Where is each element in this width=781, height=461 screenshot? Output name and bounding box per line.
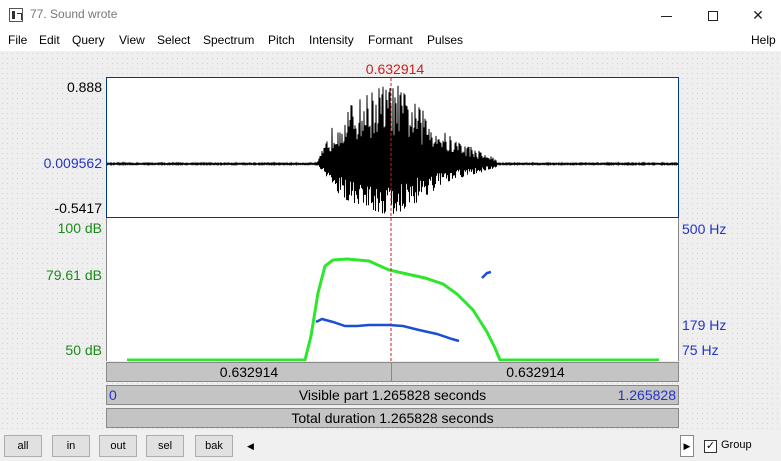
zoom-selection-button[interactable]: sel xyxy=(146,435,184,457)
total-duration-bar[interactable]: Total duration 1.265828 seconds xyxy=(106,408,679,428)
checkmark-icon: ✓ xyxy=(705,440,716,452)
title-bar: 77. Sound wrote ✕ xyxy=(0,0,781,30)
zoom-out-button[interactable]: out xyxy=(99,435,137,457)
pitch-top-label: 500 Hz xyxy=(682,221,727,237)
zoom-all-button[interactable]: all xyxy=(4,435,42,457)
menu-query[interactable]: Query xyxy=(72,33,105,47)
close-icon: ✕ xyxy=(752,7,764,23)
sound-min-label: -0.5417 xyxy=(54,200,102,216)
waveform-trace xyxy=(107,85,678,214)
cursor-time-label: 0.632914 xyxy=(365,61,425,77)
menu-pitch[interactable]: Pitch xyxy=(268,33,295,47)
pitch-contour-fragment xyxy=(481,270,492,279)
praat-app-icon xyxy=(9,8,23,22)
menu-intensity[interactable]: Intensity xyxy=(309,33,354,47)
pitch-mid-label: 179 Hz xyxy=(682,317,727,333)
intensity-top-label: 100 dB xyxy=(57,220,102,236)
menu-bar: File Edit Query View Select Spectrum Pit… xyxy=(0,30,781,51)
sound-center-label: 0.009562 xyxy=(43,155,102,171)
visible-part-label: Visible part 1.265828 seconds xyxy=(298,387,487,403)
menu-formant[interactable]: Formant xyxy=(368,33,413,47)
scroll-left-icon[interactable]: ◀ xyxy=(244,437,257,455)
left-segment-duration: 0.632914 xyxy=(219,364,279,380)
intensity-mid-label: 79.61 dB xyxy=(45,267,102,283)
menu-help[interactable]: Help xyxy=(751,33,776,47)
intensity-contour xyxy=(127,257,659,361)
scroll-right-icon[interactable]: ▶ xyxy=(680,435,694,457)
window-title: 77. Sound wrote xyxy=(30,7,118,21)
waveform-panel[interactable] xyxy=(106,77,679,218)
analysis-panel[interactable] xyxy=(106,218,679,361)
intensity-bottom-label: 50 dB xyxy=(65,342,102,358)
menu-edit[interactable]: Edit xyxy=(39,33,60,47)
cursor-split-bar: 0.632914 0.632914 xyxy=(106,362,679,382)
close-button[interactable]: ✕ xyxy=(735,0,781,30)
pitch-contour xyxy=(315,317,460,343)
zoom-in-button[interactable]: in xyxy=(52,435,90,457)
zoom-toolbar: all in out sel bak ◀ ▶ ✓ Group xyxy=(0,431,781,461)
minimize-icon xyxy=(660,15,672,17)
pitch-bottom-label: 75 Hz xyxy=(682,342,719,358)
sound-editor: 0.632914 0.888 0.009562 -0.5417 100 dB 7… xyxy=(0,51,781,431)
right-segment-button[interactable]: 0.632914 xyxy=(393,363,678,381)
maximize-icon xyxy=(708,11,718,22)
time-scrollbar[interactable] xyxy=(258,437,678,455)
group-checkbox[interactable]: ✓ xyxy=(704,440,717,453)
menu-view[interactable]: View xyxy=(119,33,145,47)
menu-pulses[interactable]: Pulses xyxy=(427,33,463,47)
minimize-button[interactable] xyxy=(643,0,689,30)
sound-max-label: 0.888 xyxy=(66,79,102,95)
zoom-back-button[interactable]: bak xyxy=(195,435,233,457)
waveform-svg xyxy=(107,78,678,217)
menu-file[interactable]: File xyxy=(8,33,27,47)
group-label: Group xyxy=(721,439,752,451)
menu-spectrum[interactable]: Spectrum xyxy=(203,33,254,47)
visible-part-bar[interactable]: 0 Visible part 1.265828 seconds 1.265828 xyxy=(106,385,679,405)
right-segment-duration: 0.632914 xyxy=(506,364,565,380)
total-duration-label: Total duration 1.265828 seconds xyxy=(291,410,494,426)
visible-end-time: 1.265828 xyxy=(617,387,676,403)
menu-select[interactable]: Select xyxy=(157,33,190,47)
analysis-svg xyxy=(127,218,659,361)
maximize-button[interactable] xyxy=(690,0,736,30)
left-segment-button[interactable]: 0.632914 xyxy=(107,363,392,381)
